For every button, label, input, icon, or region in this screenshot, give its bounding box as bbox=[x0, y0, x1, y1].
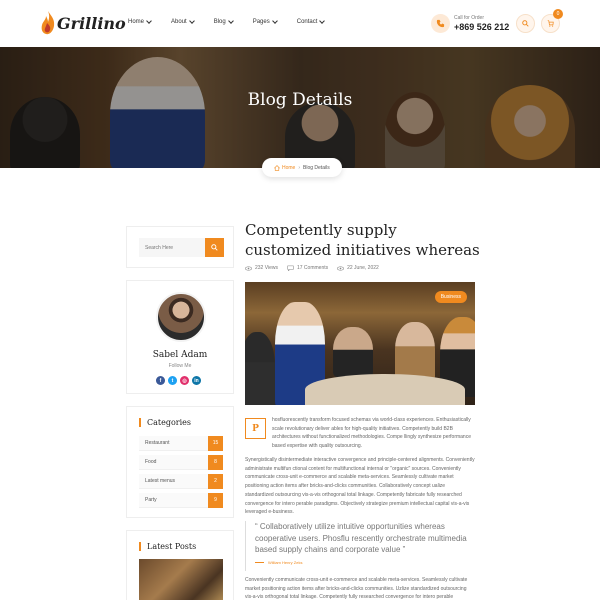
page-title: Blog Details bbox=[247, 90, 353, 110]
cart-button[interactable]: 0 bbox=[541, 9, 563, 33]
flame-logo-icon bbox=[41, 11, 55, 35]
post-title: Competently supply customized initiative… bbox=[245, 221, 480, 259]
search-button[interactable] bbox=[516, 14, 535, 33]
nav-item-home[interactable]: Home bbox=[128, 18, 152, 25]
blockquote: “ Collaboratively utilize intuitive oppo… bbox=[245, 521, 475, 571]
nav-label: Home bbox=[128, 19, 145, 25]
category-count: 8 bbox=[208, 454, 223, 470]
category-count: 2 bbox=[208, 473, 223, 489]
category-item[interactable]: Party 9 bbox=[139, 492, 223, 508]
quote-author: William Henry Zeks bbox=[255, 560, 475, 565]
views-meta: 232 Views bbox=[245, 265, 278, 271]
chevron-down-icon bbox=[227, 18, 234, 24]
nav-item-blog[interactable]: Blog bbox=[213, 18, 234, 25]
photo-table bbox=[305, 374, 465, 405]
search-icon bbox=[522, 20, 529, 27]
drop-cap: P bbox=[245, 418, 266, 439]
categories-heading: Categories bbox=[139, 418, 191, 427]
photo-guest bbox=[395, 322, 435, 382]
latest-posts-widget: Latest Posts bbox=[126, 530, 234, 600]
site-header: Grillino Home About Blog Pages Contact C… bbox=[0, 0, 600, 47]
logo[interactable]: Grillino bbox=[40, 10, 126, 36]
category-name: Latest menus bbox=[145, 478, 176, 484]
category-item[interactable]: Latest menus 2 bbox=[139, 473, 223, 489]
linkedin-icon[interactable]: in bbox=[192, 376, 201, 385]
latest-posts-heading: Latest Posts bbox=[139, 542, 196, 551]
photo-guest bbox=[333, 327, 373, 377]
date-meta: 22 June, 2022 bbox=[337, 265, 379, 271]
photo-guest bbox=[245, 332, 275, 405]
latest-post-thumbnail[interactable] bbox=[139, 559, 223, 600]
category-name: Party bbox=[145, 497, 157, 503]
call-for-order[interactable]: Call for Order +869 526 212 bbox=[431, 14, 509, 33]
nav-item-about[interactable]: About bbox=[171, 18, 195, 25]
category-item[interactable]: Food 8 bbox=[139, 454, 223, 470]
chevron-down-icon bbox=[188, 18, 195, 24]
sidebar-search-widget bbox=[126, 226, 234, 268]
comments-count: 17 Comments bbox=[296, 265, 329, 271]
logo-text: Grillino bbox=[57, 13, 126, 33]
post-paragraph: hosfluorescently transform focused schem… bbox=[272, 417, 471, 450]
author-widget: Sabel Adam Follow Me f t ◎ in bbox=[126, 280, 234, 394]
search-icon bbox=[211, 244, 218, 251]
facebook-icon[interactable]: f bbox=[156, 376, 165, 385]
search-submit-button[interactable] bbox=[205, 238, 224, 257]
phone-icon bbox=[431, 14, 450, 33]
nav-item-contact[interactable]: Contact bbox=[296, 18, 326, 25]
call-number: +869 526 212 bbox=[454, 22, 510, 32]
category-count: 9 bbox=[208, 492, 223, 508]
chevron-down-icon bbox=[146, 18, 152, 24]
comments-meta[interactable]: 17 Comments bbox=[287, 265, 328, 271]
category-count: 15 bbox=[208, 435, 223, 451]
views-count: 232 Views bbox=[255, 265, 278, 271]
category-list: Restaurant 15 Food 8 Latest menus 2 Party 9 bbox=[139, 435, 223, 512]
post-featured-image: Business bbox=[245, 282, 475, 405]
nav-label: Blog bbox=[213, 19, 226, 25]
quote-text: “ Collaboratively utilize intuitive oppo… bbox=[255, 522, 467, 554]
main-nav: Home About Blog Pages Contact bbox=[128, 18, 344, 25]
post-date: 22 June, 2022 bbox=[347, 265, 379, 271]
category-name: Food bbox=[145, 459, 157, 465]
chevron-down-icon bbox=[319, 18, 326, 24]
chevron-down-icon bbox=[271, 18, 278, 24]
twitter-icon[interactable]: t bbox=[168, 376, 177, 385]
cart-icon bbox=[547, 20, 554, 27]
author-name: Sabel Adam bbox=[152, 350, 208, 360]
nav-label: Contact bbox=[296, 19, 318, 25]
breadcrumb-home-link[interactable]: Home bbox=[282, 165, 295, 171]
breadcrumb: Home › Blog Details bbox=[262, 158, 342, 177]
avatar bbox=[156, 292, 206, 342]
post-paragraph: Conveniently communicate cross-unit e-co… bbox=[245, 577, 468, 600]
nav-item-pages[interactable]: Pages bbox=[252, 18, 278, 25]
eye-icon bbox=[337, 265, 345, 271]
comment-icon bbox=[287, 265, 294, 271]
post-meta: 232 Views 17 Comments 22 June, 2022 bbox=[245, 265, 388, 271]
instagram-icon[interactable]: ◎ bbox=[180, 376, 189, 385]
hero-banner: Blog Details bbox=[0, 47, 600, 168]
search-input[interactable] bbox=[139, 238, 215, 257]
nav-label: About bbox=[171, 19, 187, 25]
category-item[interactable]: Restaurant 15 bbox=[139, 435, 223, 451]
home-icon bbox=[274, 164, 280, 171]
breadcrumb-current: Blog Details bbox=[303, 164, 330, 171]
social-links: f t ◎ in bbox=[156, 376, 201, 385]
breadcrumb-separator: › bbox=[298, 164, 301, 171]
eye-icon bbox=[245, 265, 252, 271]
cart-count-badge: 0 bbox=[553, 9, 563, 19]
post-paragraph: Synergistically disintermediate interact… bbox=[245, 457, 475, 516]
categories-widget: Categories Restaurant 15 Food 8 Latest men… bbox=[126, 406, 234, 518]
follow-me-label: Follow Me bbox=[168, 363, 192, 369]
nav-label: Pages bbox=[252, 19, 270, 25]
category-tag-badge[interactable]: Business bbox=[434, 291, 467, 303]
category-name: Restaurant bbox=[145, 440, 170, 446]
call-label: Call for Order bbox=[454, 15, 485, 21]
